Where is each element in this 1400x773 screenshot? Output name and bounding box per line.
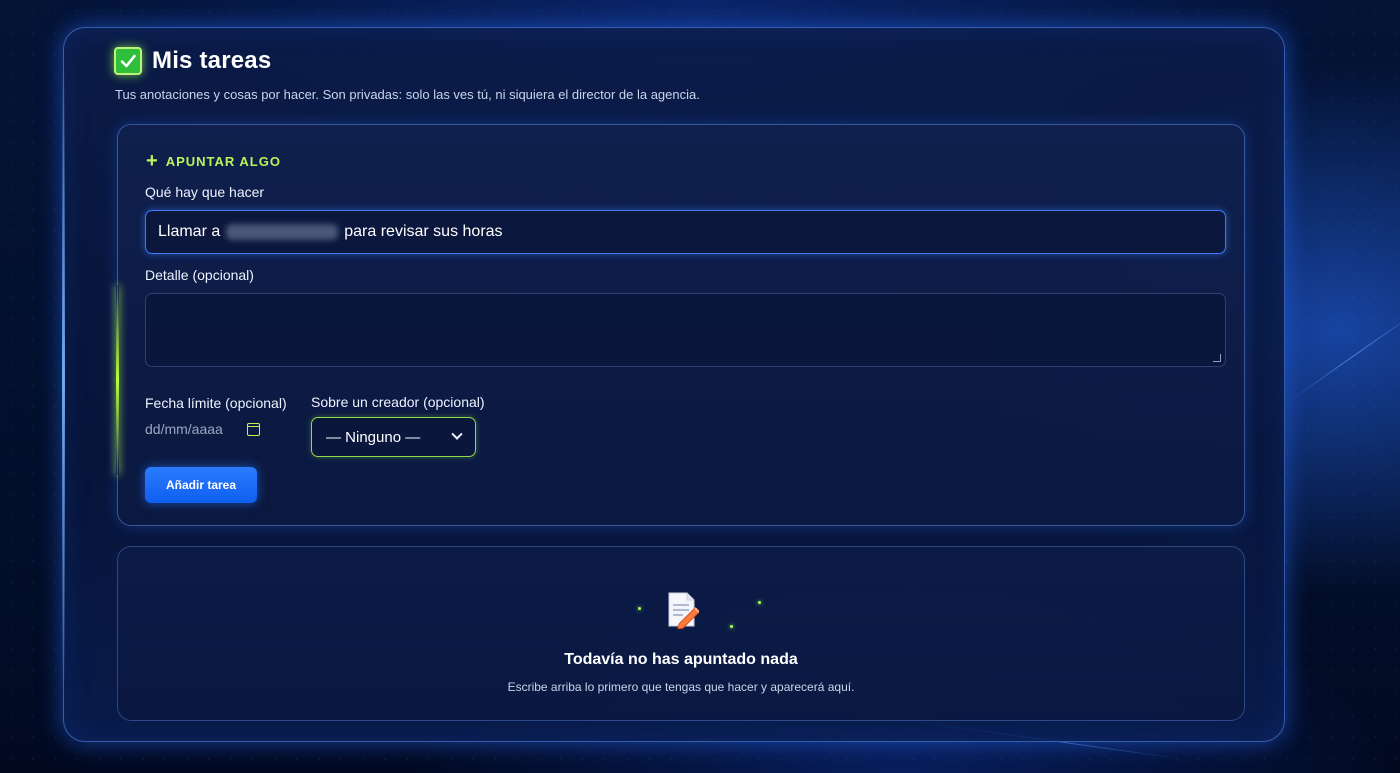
date-label: Fecha límite (opcional)	[145, 395, 287, 411]
page-subtitle: Tus anotaciones y cosas por hacer. Son p…	[115, 87, 700, 102]
task-input-prefix: Llamar a	[158, 223, 221, 240]
add-task-form: + APUNTAR ALGO Qué hay que hacer Llamar …	[116, 124, 1245, 526]
creator-select[interactable]: — Ninguno —	[311, 417, 476, 457]
resize-handle-icon[interactable]	[1213, 354, 1221, 362]
task-input[interactable]: Llamar a para revisar sus horas	[145, 210, 1226, 254]
sparkle-decoration	[638, 607, 641, 610]
detail-label: Detalle (opcional)	[145, 267, 254, 283]
calendar-icon[interactable]	[246, 422, 260, 436]
empty-state-title: Todavía no has apuntado nada	[564, 651, 798, 668]
creator-label: Sobre un creador (opcional)	[311, 394, 485, 410]
section-heading: + APUNTAR ALGO	[146, 151, 281, 171]
detail-textarea[interactable]	[145, 293, 1226, 367]
checkbox-icon	[114, 47, 142, 75]
empty-state-card: Todavía no has apuntado nada Escribe arr…	[117, 546, 1245, 721]
plus-icon: +	[146, 150, 158, 172]
page-title: Mis tareas	[152, 47, 272, 74]
chevron-down-icon	[451, 428, 463, 440]
date-input[interactable]: dd/mm/aaaa	[145, 421, 260, 437]
redacted-name	[226, 224, 339, 240]
page-header: Mis tareas	[114, 47, 271, 75]
date-placeholder: dd/mm/aaaa	[145, 421, 223, 437]
creator-selected-value: — Ninguno —	[326, 428, 421, 446]
task-label: Qué hay que hacer	[145, 184, 265, 200]
sparkle-decoration	[758, 601, 761, 604]
tasks-panel: Mis tareas Tus anotaciones y cosas por h…	[62, 27, 1285, 742]
empty-state-text: Escribe arriba lo primero que tengas que…	[507, 680, 855, 694]
task-input-suffix: para revisar sus horas	[344, 223, 503, 240]
sparkle-decoration	[730, 625, 733, 628]
add-task-button[interactable]: Añadir tarea	[145, 467, 257, 503]
section-label: APUNTAR ALGO	[165, 153, 281, 169]
memo-pencil-icon	[665, 591, 700, 634]
